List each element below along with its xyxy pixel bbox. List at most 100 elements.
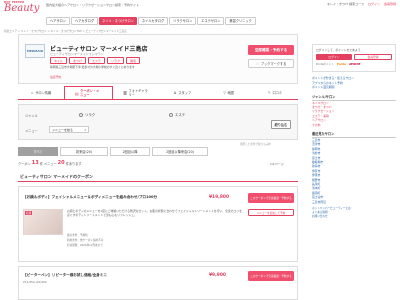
salon-logo-text: MERMAID: [26, 49, 44, 53]
area-list: 三島市 沼津市 静岡市 浜松市 富士市 御殿場市 熱海市 伊豆市 伊東市 裾野市…: [312, 138, 396, 204]
sub-tab-label: すべて: [33, 149, 43, 154]
reserve-button[interactable]: 空席確認・予約する: [248, 45, 294, 55]
coupon-meta-3: 有効期限：2024年12月末まで: [67, 244, 103, 247]
coupon-reserve-button[interactable]: このクーポンで空席確認・予約する: [248, 193, 294, 203]
menu-select[interactable]: メニューを絞る ▾: [49, 126, 89, 133]
ticket-icon: ▤: [74, 90, 79, 96]
salon-tag: ネイル: [50, 57, 68, 64]
coupon-meta-1: 提示条件：予約時: [67, 234, 88, 237]
top-link-login[interactable]: ログイン: [368, 2, 380, 6]
genre-link[interactable]: その他: [312, 123, 396, 127]
nav-esthe-salon[interactable]: エステサロン: [197, 16, 225, 25]
genre-option-relax[interactable]: リラク: [79, 112, 95, 117]
coupon-title[interactable]: 【お顔＆ボディ】フェイシャルメニュー＆ボディメニューを組み合わせ/プロ100分: [23, 195, 193, 200]
tab-salon-info[interactable]: ⌂ サロン情報: [18, 87, 64, 99]
genre-list: ネイルサロン まつげ・まつパ リラクゼーション エステ・美容 ヘアサロン その他: [312, 101, 396, 127]
sidebar-login-button[interactable]: ログイン: [316, 54, 352, 60]
sidebar-register-label: 会員登録: [367, 55, 379, 59]
sub-tab-first[interactable]: 初来店(20): [60, 146, 108, 156]
tab-reviews[interactable]: ✎ 口コミ: [252, 87, 298, 99]
genre-option-esthe[interactable]: エステ: [169, 112, 185, 117]
sub-tab-all[interactable]: すべて: [18, 146, 58, 156]
ad-links: ポイントが貯まる・使えるサロン アプリからのネット予約 ポイント還元期間: [312, 76, 396, 90]
filter-panel: ジャンル リラク エステ メニュー メニューを絞る ▾ 絞り込む: [18, 104, 298, 140]
coupon-old-price: ¥14,850→¥9,900: [23, 280, 47, 284]
chat-icon: ✎: [267, 90, 271, 95]
person-icon: ♟: [173, 90, 177, 95]
area-title: 最近見たサロン: [312, 131, 396, 138]
page-indicator: 1/1ページ: [270, 162, 284, 166]
nav-nail-catalog[interactable]: ネイルカタログ: [137, 16, 169, 25]
tab-photo-gallery[interactable]: ◙ フォトギャラリー: [113, 87, 159, 99]
coupon-add-menu-label: メニューを追加して予約: [256, 211, 286, 215]
tab-label: クーポン・メニュー: [80, 89, 100, 97]
coupon-image: 新規: [23, 209, 63, 235]
ad-link[interactable]: ポイント還元期間: [312, 85, 396, 90]
dpoint-logo: dPOINT: [348, 62, 361, 66]
sub-tab-repeat[interactable]: 2回目以降: [110, 146, 150, 156]
genre-option-label: リラク: [85, 113, 96, 117]
coupon-title[interactable]: 【ビーターペン】リピーター様お試し価格/全身ミニ: [23, 273, 193, 278]
pin-icon: ⚲: [223, 90, 226, 95]
tab-staff[interactable]: ♟ スタッフ: [159, 87, 205, 99]
top-link-search[interactable]: キレイ・きつ?? 検索コース: [327, 2, 364, 6]
sub-tabs: すべて 初来店(20) 2回目以降 2回目以降来店(20): [18, 146, 298, 156]
nav-label: エステサロン: [201, 19, 221, 23]
nav-label: 美容クリニック: [229, 19, 252, 23]
radio-icon[interactable]: [79, 112, 83, 117]
top-link-register[interactable]: 会員登録: [384, 2, 396, 6]
coupon-price: ¥19,800: [209, 195, 229, 200]
nav-nail-salon[interactable]: ネイル・まつげサロン: [99, 16, 137, 25]
footer-links: ホットペッパービューティーとは よくある質問 お問い合わせ: [312, 207, 396, 219]
nav-hair-salon[interactable]: ヘアサロン: [46, 16, 70, 25]
brand-logo[interactable]: HOT PEPPER Beauty: [4, 1, 42, 14]
bookmark-button[interactable]: ☆ ブックマークする: [248, 59, 294, 68]
brand-main-text: Beauty: [4, 3, 40, 14]
radio-icon[interactable]: [169, 112, 173, 117]
breadcrumb[interactable]: 新宿エリア > キレイ・まつげサロン > ネイル・まつげサロンTOP > ビュー…: [4, 29, 324, 33]
filter-search-button[interactable]: 絞り込む: [271, 120, 291, 129]
phone-label[interactable]: 電話予約: [50, 75, 61, 79]
tab-coupon-menu[interactable]: ▤ クーポン・メニュー: [64, 86, 113, 99]
sub-tab-repeat-visit[interactable]: 2回目以降来店(20): [152, 146, 208, 156]
sidebar-register-button[interactable]: 会員登録: [354, 54, 392, 60]
genre-option-label: エステ: [175, 113, 186, 117]
nav-hair-catalog[interactable]: ヘアカタログ: [70, 16, 99, 25]
coupon-badge: 新規: [25, 211, 33, 215]
login-prompt: ログインして、ポイントをためよう: [316, 48, 361, 52]
nav-clinic[interactable]: 美容クリニック: [225, 16, 256, 25]
menu-count: 20: [57, 160, 65, 166]
sub-tab-label: 2回目以降来店(20): [166, 149, 194, 154]
coupon-card: 【お顔＆ボディ】フェイシャルメニュー＆ボディメニューを組み合わせ/プロ100分 …: [18, 186, 298, 262]
main-nav: ヘアサロン ヘアカタログ ネイル・まつげサロン ネイルカタログ リラクサロン エ…: [46, 16, 256, 25]
tab-label: フォトギャラリー: [128, 88, 148, 97]
nav-label: ヘアサロン: [50, 19, 66, 23]
salon-tag: 脱毛: [126, 57, 141, 64]
coupon-add-menu-button[interactable]: メニューを追加して予約: [248, 209, 294, 216]
sub-tab-label: 初来店(20): [75, 149, 93, 154]
tab-label: サロン情報: [35, 91, 52, 95]
filter-search-label: 絞り込む: [274, 123, 288, 127]
coupon-card: 【ビーターペン】リピーター様お試し価格/全身ミニ ¥14,850→¥9,900 …: [18, 266, 298, 300]
tab-label: スタッフ: [178, 91, 192, 95]
section-title-text: ビューティサロン マーメイドのクーポン: [20, 173, 93, 179]
top-links: キレイ・きつ?? 検索コース ログイン 会員登録: [327, 2, 396, 6]
sidebar-login-label: ログイン: [328, 55, 340, 59]
coupon-reserve-label: このクーポンで空席確認・予約する: [250, 274, 292, 278]
points-logos: Pontaポイント Ponta dPOINT: [316, 62, 392, 66]
header: HOT PEPPER Beauty 国内最大級のヘアサロン・リラクゼーションサロ…: [0, 0, 400, 14]
nav-label: ヘアカタログ: [74, 19, 95, 23]
coupon-reserve-label: このクーポンで空席確認・予約する: [250, 196, 292, 200]
coupon-reserve-button[interactable]: このクーポンで空席確認・予約する: [248, 271, 294, 281]
section-title: ビューティサロン マーメイドのクーポン: [18, 172, 298, 182]
footer-link[interactable]: お問い合わせ: [312, 215, 396, 219]
nav-relax-salon[interactable]: リラクサロン: [169, 16, 197, 25]
coupon-count: 13: [31, 160, 39, 166]
menu-label: メニュー: [25, 129, 38, 133]
tab-map[interactable]: ⚲ 地図: [205, 87, 251, 99]
star-icon: ☆: [255, 61, 260, 66]
coupon-price: ¥9,900: [209, 273, 226, 278]
count-mid: 件 メニュー: [39, 161, 57, 166]
salon-tags: ネイル まつげ エステ リラク 脱毛: [50, 57, 141, 64]
area-link[interactable]: 三島市周辺: [312, 200, 396, 204]
